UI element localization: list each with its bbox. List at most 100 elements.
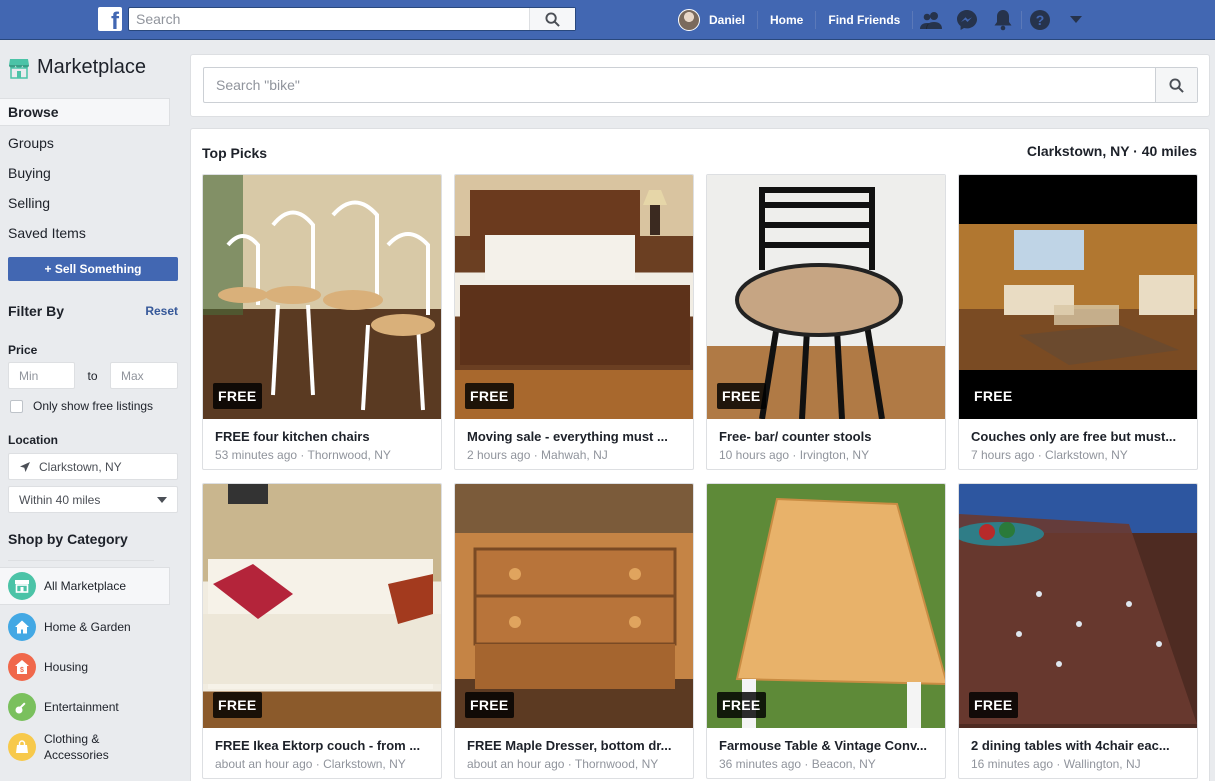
listing-meta: 36 minutes ago · Beacon, NY — [719, 757, 876, 771]
listing-photo: FREE — [203, 484, 441, 728]
home-link[interactable]: Home — [758, 0, 815, 40]
listing-photo: FREE — [455, 484, 693, 728]
free-badge: FREE — [213, 383, 262, 409]
search-icon — [1169, 77, 1184, 93]
listing-photo: FREE — [707, 484, 945, 728]
listing-meta: 10 hours ago · Irvington, NY — [719, 448, 870, 462]
listing-title: FREE Ikea Ektorp couch - from ... — [215, 738, 421, 753]
listing-meta: 53 minutes ago · Thornwood, NY — [215, 448, 391, 462]
marketplace-store-icon — [9, 58, 29, 79]
category-list: All Marketplace Home & Garden $ Housing … — [0, 567, 170, 767]
category-all-marketplace[interactable]: All Marketplace — [0, 567, 170, 605]
free-badge: FREE — [465, 383, 514, 409]
free-badge: FREE — [969, 383, 1018, 409]
free-only-checkbox[interactable] — [10, 399, 23, 413]
listing-meta: 2 hours ago · Mahwah, NJ — [467, 448, 608, 462]
category-label: Home & Garden — [44, 620, 131, 634]
price-max-input[interactable]: Max — [110, 362, 178, 389]
listing-meta: 16 minutes ago · Wallington, NJ — [971, 757, 1141, 771]
bell-icon — [994, 10, 1012, 31]
chevron-down-icon — [157, 496, 167, 503]
find-friends-link[interactable]: Find Friends — [816, 0, 912, 40]
location-input[interactable]: Clarkstown, NY — [8, 453, 178, 480]
notifications-button[interactable] — [985, 0, 1021, 40]
price-range: Min to Max — [8, 362, 178, 389]
free-badge: FREE — [465, 692, 514, 718]
listing-card[interactable]: FREE Farmouse Table & Vintage Conv... 36… — [706, 483, 946, 779]
category-entertainment[interactable]: Entertainment — [0, 687, 170, 727]
page-title: Marketplace — [37, 56, 146, 78]
top-nav-right: Daniel Home Find Friends ? — [678, 0, 1094, 40]
nav-selling[interactable]: Selling — [0, 188, 170, 218]
listing-photo: FREE — [455, 175, 693, 419]
category-label: Clothing & Accessories — [44, 732, 109, 762]
price-to-label: to — [87, 368, 98, 383]
free-badge: FREE — [717, 692, 766, 718]
user-avatar[interactable] — [678, 9, 700, 31]
top-picks-title: Top Picks — [202, 145, 268, 161]
global-search-input[interactable] — [129, 8, 529, 30]
category-housing[interactable]: $ Housing — [0, 647, 170, 687]
marketplace-search-box — [203, 67, 1198, 103]
help-button[interactable]: ? — [1022, 0, 1058, 40]
account-menu-button[interactable] — [1058, 0, 1094, 40]
listing-card[interactable]: FREE Couches only are free but must... 7… — [958, 174, 1198, 470]
profile-link[interactable]: Daniel — [709, 0, 757, 40]
global-search-button[interactable] — [529, 8, 575, 30]
listing-card[interactable]: FREE Moving sale - everything must ... 2… — [454, 174, 694, 470]
radius-select[interactable]: Within 40 miles — [8, 486, 178, 513]
listing-card[interactable]: FREE 2 dining tables with 4chair eac... … — [958, 483, 1198, 779]
marketplace-header[interactable]: Marketplace — [9, 56, 146, 79]
nav-saved-items[interactable]: Saved Items — [0, 218, 170, 248]
filter-title: Filter By — [8, 303, 65, 319]
free-only-label: Only show free listings — [33, 399, 154, 413]
facebook-logo-icon[interactable]: f — [98, 7, 122, 34]
listing-card[interactable]: FREE FREE Maple Dresser, bottom dr... ab… — [454, 483, 694, 779]
location-radius-link[interactable]: Clarkstown, NY · 40 miles — [1027, 143, 1197, 159]
friends-icon — [920, 12, 943, 29]
listing-card[interactable]: FREE Free- bar/ counter stools 10 hours … — [706, 174, 946, 470]
svg-text:?: ? — [1036, 12, 1045, 28]
listing-card[interactable]: FREE FREE Ikea Ektorp couch - from ... a… — [202, 483, 442, 779]
free-only-filter[interactable]: Only show free listings — [10, 399, 153, 413]
shop-by-category-title: Shop by Category — [8, 531, 154, 561]
listing-title: 2 dining tables with 4chair eac... — [971, 738, 1170, 753]
listing-title: Couches only are free but must... — [971, 429, 1177, 444]
free-badge: FREE — [969, 692, 1018, 718]
guitar-icon — [8, 693, 36, 721]
nav-groups[interactable]: Groups — [0, 128, 170, 158]
help-icon: ? — [1030, 10, 1051, 30]
category-clothing-accessories[interactable]: Clothing & Accessories — [0, 727, 170, 767]
category-home-garden[interactable]: Home & Garden — [0, 607, 170, 647]
messages-button[interactable] — [949, 0, 985, 40]
svg-text:$: $ — [20, 667, 24, 674]
listing-meta: about an hour ago · Clarkstown, NY — [215, 757, 406, 771]
free-badge: FREE — [717, 383, 766, 409]
listing-grid: FREE FREE four kitchen chairs 53 minutes… — [202, 174, 1198, 779]
listing-title: FREE Maple Dresser, bottom dr... — [467, 738, 672, 753]
marketplace-search-input[interactable] — [204, 68, 1144, 102]
sell-something-button[interactable]: + Sell Something — [8, 257, 178, 281]
category-label: Housing — [44, 660, 89, 674]
top-navigation-bar: f Daniel Home Find Friends ? — [0, 0, 1215, 40]
marketplace-search-panel — [190, 54, 1210, 117]
location-arrow-icon — [20, 461, 30, 472]
listing-photo: FREE — [203, 175, 441, 419]
nav-browse[interactable]: Browse — [0, 98, 170, 126]
nav-buying[interactable]: Buying — [0, 158, 170, 188]
listing-title: Moving sale - everything must ... — [467, 429, 668, 444]
location-value: Clarkstown, NY — [39, 459, 122, 474]
marketplace-search-button[interactable] — [1155, 68, 1197, 102]
marketplace-nav: Browse Groups Buying Selling Saved Items — [0, 98, 170, 248]
reset-filters-link[interactable]: Reset — [145, 304, 178, 318]
friend-requests-button[interactable] — [913, 0, 949, 40]
category-label: All Marketplace — [44, 579, 127, 593]
location-label: Location — [8, 433, 58, 447]
listing-title: Free- bar/ counter stools — [719, 429, 872, 444]
price-min-input[interactable]: Min — [8, 362, 75, 389]
listing-title: FREE four kitchen chairs — [215, 429, 370, 444]
listing-card[interactable]: FREE FREE four kitchen chairs 53 minutes… — [202, 174, 442, 470]
filter-header: Filter By Reset — [8, 303, 178, 319]
search-icon — [545, 11, 560, 27]
store-icon — [8, 572, 36, 600]
